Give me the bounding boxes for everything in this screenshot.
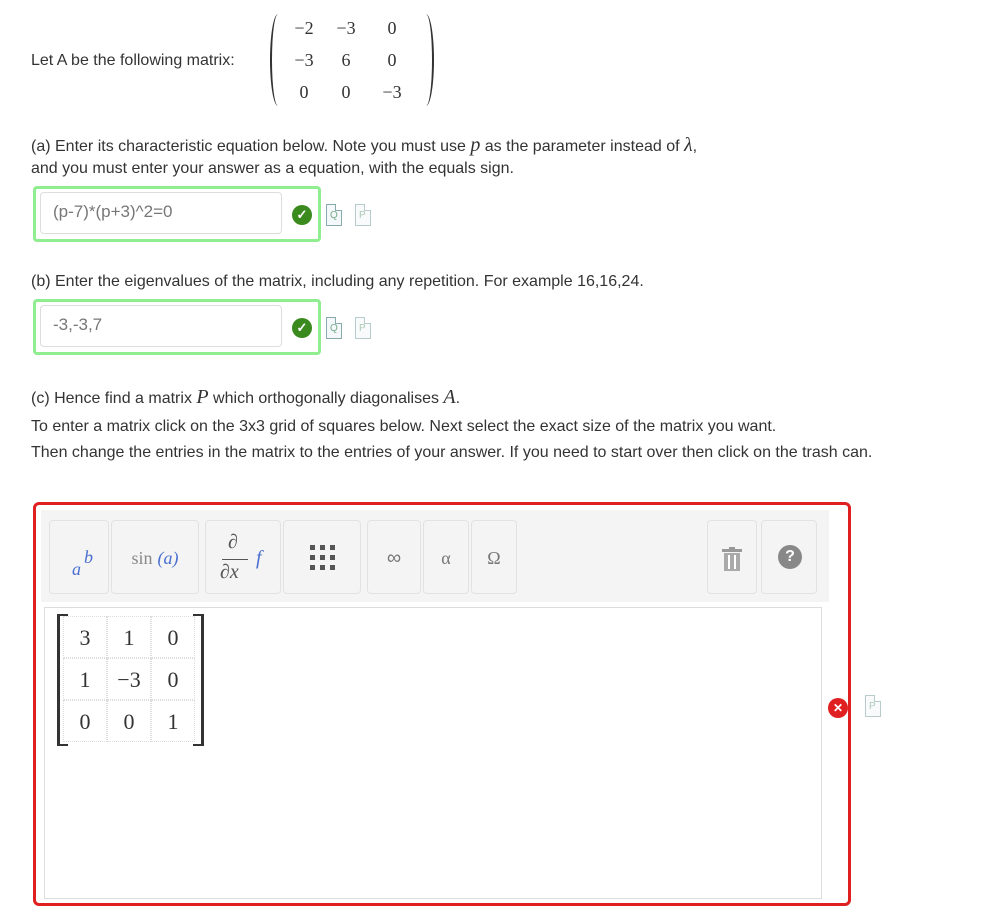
matrix-a-symbol: A xyxy=(443,386,456,408)
part-a-question: (a) Enter its characteristic equation be… xyxy=(31,134,697,157)
sin-arg: (a) xyxy=(157,548,179,568)
greek-omega-button[interactable]: Ω xyxy=(471,520,517,594)
doc-icon[interactable]: P xyxy=(355,204,371,226)
characteristic-equation-input[interactable]: (p-7)*(p+3)^2=0 xyxy=(40,192,282,234)
trash-icon xyxy=(722,547,742,571)
infinity-symbol: ∞ xyxy=(386,547,402,569)
matrix-grid-icon xyxy=(310,545,335,570)
matrix-a-cell: −3 xyxy=(294,50,314,70)
help-button[interactable]: ? xyxy=(761,520,817,594)
matrix-p-cell[interactable]: 1 xyxy=(107,616,151,658)
sin-label: sin xyxy=(131,548,153,568)
matrix-editor: a b sin (a) ∂ ∂x f ∞ α Ω ? 3 1 0 1 −3 0 … xyxy=(33,502,851,906)
matrix-p-cell[interactable]: 0 xyxy=(107,700,151,742)
matrix-a-cell: −3 xyxy=(382,82,402,102)
fraction-line xyxy=(222,559,248,560)
part-c-text-2: which orthogonally diagonalises xyxy=(208,390,444,407)
part-c-text-1: (c) Hence find a matrix xyxy=(31,390,197,407)
matrix-a-cell: 0 xyxy=(387,18,397,38)
matrix-a-cell: −3 xyxy=(336,18,356,38)
part-a-text-1: (a) Enter its characteristic equation be… xyxy=(31,138,471,155)
doc-icon[interactable]: P xyxy=(865,695,881,717)
trash-button[interactable] xyxy=(707,520,757,594)
omega-symbol: Ω xyxy=(487,548,501,568)
matrix-a-cell: 6 xyxy=(341,50,351,70)
matrix-p-cell[interactable]: −3 xyxy=(107,658,151,700)
matrix-a: −2 −3 0 −3 6 0 0 0 −3 xyxy=(270,14,434,106)
preview-icon[interactable]: Q xyxy=(326,204,342,226)
param-p: p xyxy=(470,134,481,156)
sin-button[interactable]: sin (a) xyxy=(111,520,199,594)
power-base: a xyxy=(72,559,81,579)
part-c-question: (c) Hence find a matrix P which orthogon… xyxy=(31,386,460,409)
matrix-p-symbol: P xyxy=(196,386,209,408)
matrix-a-cell: 0 xyxy=(387,50,397,70)
matrix-p-cell[interactable]: 0 xyxy=(151,616,195,658)
matrix-a-cell: −2 xyxy=(294,18,314,38)
part-a-question-line2: and you must enter your answer as a equa… xyxy=(31,160,514,177)
greek-alpha-button[interactable]: α xyxy=(423,520,469,594)
help-icon: ? xyxy=(778,545,802,569)
alpha-symbol: α xyxy=(441,548,451,568)
preview-icon[interactable]: Q xyxy=(326,317,342,339)
matrix-p-cell[interactable]: 3 xyxy=(63,616,107,658)
part-a-answer-box: (p-7)*(p+3)^2=0 xyxy=(33,186,321,242)
part-a-text-2: as the parameter instead of xyxy=(480,138,684,155)
math-toolbar: a b sin (a) ∂ ∂x f ∞ α Ω ? xyxy=(41,510,829,602)
eigenvalues-input[interactable]: -3,-3,7 xyxy=(40,305,282,347)
cross-icon: ✕ xyxy=(828,698,848,718)
part-c-text-3: . xyxy=(455,390,461,407)
matrix-p-cell[interactable]: 1 xyxy=(63,658,107,700)
infinity-button[interactable]: ∞ xyxy=(367,520,421,594)
matrix-input-area[interactable]: 3 1 0 1 −3 0 0 0 1 xyxy=(44,607,822,899)
check-icon: ✓ xyxy=(292,318,312,338)
lambda-symbol: λ xyxy=(684,134,693,156)
partial-bottom: ∂x xyxy=(220,561,239,583)
part-c-instruction-2: Then change the entries in the matrix to… xyxy=(31,444,873,461)
matrix-intro-label: Let A be the following matrix: xyxy=(31,52,235,69)
check-icon: ✓ xyxy=(292,205,312,225)
matrix-a-cell: 0 xyxy=(341,82,351,102)
power-exponent: b xyxy=(84,547,93,567)
derivative-button[interactable]: ∂ ∂x f xyxy=(205,520,281,594)
matrix-p-cell[interactable]: 0 xyxy=(63,700,107,742)
part-c-instruction-1: To enter a matrix click on the 3x3 grid … xyxy=(31,418,777,435)
matrix-grid-button[interactable] xyxy=(283,520,361,594)
matrix-p-cell[interactable]: 0 xyxy=(151,658,195,700)
power-button[interactable]: a b xyxy=(49,520,109,594)
right-paren xyxy=(418,14,434,106)
partial-top: ∂ xyxy=(228,531,238,553)
part-b-answer-box: -3,-3,7 xyxy=(33,299,321,355)
doc-icon[interactable]: P xyxy=(355,317,371,339)
matrix-p-cell[interactable]: 1 xyxy=(151,700,195,742)
part-b-question: (b) Enter the eigenvalues of the matrix,… xyxy=(31,273,644,290)
part-a-text-3: , xyxy=(692,138,698,155)
matrix-a-cell: 0 xyxy=(299,82,309,102)
function-f: f xyxy=(256,547,262,569)
